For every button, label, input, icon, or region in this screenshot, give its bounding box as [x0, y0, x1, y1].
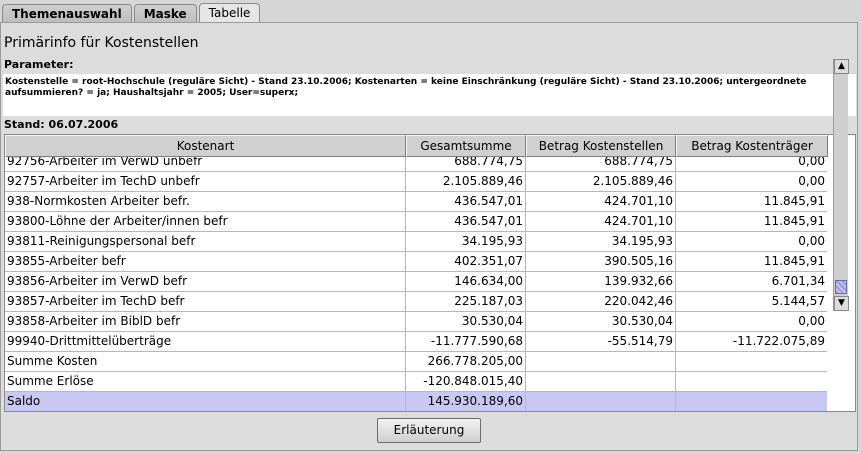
table-cell: 424.701,10 [526, 212, 676, 232]
parameter-text: Kostenstelle = root-Hochschule (reguläre… [3, 74, 856, 116]
stand-date: Stand: 06.07.2006 [4, 118, 119, 131]
table-cell: 0,00 [676, 232, 827, 252]
table-cell: -11.722.075,89 [676, 332, 827, 352]
table-row[interactable]: 92756-Arbeiter im VerwD unbefr 688.774,75… [5, 157, 827, 172]
table-cell: -11.777.590,68 [406, 332, 526, 352]
arrow-up-icon[interactable]: ▲ [834, 59, 849, 74]
tab-bar: Themenauswahl Maske Tabelle [2, 3, 262, 23]
table-cell: -120.848.015,40 [406, 372, 526, 392]
table-cell: 0,00 [676, 157, 827, 172]
table-cell: 436.547,01 [406, 192, 526, 212]
table-cell: 6.701,34 [676, 272, 827, 292]
arrow-down-icon[interactable]: ▼ [834, 296, 849, 311]
table-cell: Summe Erlöse [5, 372, 406, 392]
tab-themenauswahl[interactable]: Themenauswahl [2, 4, 132, 23]
vertical-scrollbar[interactable]: ▲ ▼ [833, 59, 849, 311]
table-row[interactable]: 93858-Arbeiter im BiblD befr 30.530,04 30.… [5, 312, 827, 332]
table-cell: 938-Normkosten Arbeiter befr. [5, 192, 406, 212]
table-row[interactable]: Summe Erlöse -120.848.015,40 [5, 372, 827, 392]
table-cell: Saldo [5, 392, 406, 411]
table-row[interactable]: 92757-Arbeiter im TechD unbefr 2.105.889,… [5, 172, 827, 192]
table-cell [676, 372, 827, 392]
column-header-betrag-kostentraeger[interactable]: Betrag Kostenträger [676, 135, 828, 157]
table-row[interactable]: 99940-Drittmittelüberträge -11.777.590,68… [5, 332, 827, 352]
table-cell [676, 392, 827, 411]
table-cell: 93855-Arbeiter befr [5, 252, 406, 272]
tab-maske[interactable]: Maske [133, 4, 197, 23]
table-cell: 402.351,07 [406, 252, 526, 272]
column-header-betrag-kostenstellen[interactable]: Betrag Kostenstellen [526, 135, 676, 157]
table-cell: 145.930.189,60 [406, 392, 526, 411]
table-cell [676, 352, 827, 372]
table-cell: 93811-Reinigungspersonal befr [5, 232, 406, 252]
table-row[interactable]: 93856-Arbeiter im VerwD befr 146.634,00 13… [5, 272, 827, 292]
scrollbar-thumb[interactable] [835, 280, 847, 294]
table-cell: 93857-Arbeiter im TechD befr [5, 292, 406, 312]
table-row[interactable]: 93811-Reinigungspersonal befr 34.195,93 34… [5, 232, 827, 252]
table-cell: 34.195,93 [526, 232, 676, 252]
table-body: 92756-Arbeiter im VerwD unbefr 688.774,75… [5, 157, 827, 411]
table-cell [526, 352, 676, 372]
table-cell: 146.634,00 [406, 272, 526, 292]
table-cell: 11.845,91 [676, 192, 827, 212]
table-cell: 436.547,01 [406, 212, 526, 232]
table-cell: 5.144,57 [676, 292, 827, 312]
table-cell: Summe Kosten [5, 352, 406, 372]
table-cell: 2.105.889,46 [526, 172, 676, 192]
table-cell: 11.845,91 [676, 252, 827, 272]
table-cell: 0,00 [676, 312, 827, 332]
table-cell: 688.774,75 [526, 157, 676, 172]
table-cell: 390.505,16 [526, 252, 676, 272]
table-cell: 225.187,03 [406, 292, 526, 312]
page-title: Primärinfo für Kostenstellen [4, 35, 199, 51]
table-cell: 2.105.889,46 [406, 172, 526, 192]
table-row[interactable]: Saldo 145.930.189,60 [5, 392, 827, 411]
table-cell: -55.514,79 [526, 332, 676, 352]
erlaeuterung-button[interactable]: Erläuterung [377, 418, 481, 443]
table-cell: 34.195,93 [406, 232, 526, 252]
table-row[interactable]: 93800-Löhne der Arbeiter/innen befr 436.5… [5, 212, 827, 232]
table-cell: 93800-Löhne der Arbeiter/innen befr [5, 212, 406, 232]
table-cell: 139.932,66 [526, 272, 676, 292]
results-table: Kostenart Gesamtsumme Betrag Kostenstell… [4, 134, 856, 412]
table-cell: 30.530,04 [406, 312, 526, 332]
table-cell [526, 372, 676, 392]
table-rows: 92756-Arbeiter im VerwD unbefr 688.774,75… [5, 157, 827, 411]
table-row[interactable]: 938-Normkosten Arbeiter befr. 436.547,01 4… [5, 192, 827, 212]
table-cell: 30.530,04 [526, 312, 676, 332]
parameter-label: Parameter: [4, 58, 74, 71]
table-cell [526, 392, 676, 411]
table-cell: 0,00 [676, 172, 827, 192]
table-cell: 92756-Arbeiter im VerwD unbefr [5, 157, 406, 172]
column-header-gesamtsumme[interactable]: Gesamtsumme [406, 135, 526, 157]
table-cell: 93856-Arbeiter im VerwD befr [5, 272, 406, 292]
content-panel: Primärinfo für Kostenstellen Parameter: … [0, 22, 858, 451]
table-header: Kostenart Gesamtsumme Betrag Kostenstell… [5, 135, 828, 157]
table-row[interactable]: 93857-Arbeiter im TechD befr 225.187,03 22… [5, 292, 827, 312]
tab-tabelle[interactable]: Tabelle [198, 3, 261, 23]
column-header-kostenart[interactable]: Kostenart [5, 135, 406, 157]
table-cell: 688.774,75 [406, 157, 526, 172]
table-cell: 220.042,46 [526, 292, 676, 312]
table-row[interactable]: Summe Kosten 266.778.205,00 [5, 352, 827, 372]
table-cell: 93858-Arbeiter im BiblD befr [5, 312, 406, 332]
table-cell: 11.845,91 [676, 212, 827, 232]
table-cell: 99940-Drittmittelüberträge [5, 332, 406, 352]
table-cell: 266.778.205,00 [406, 352, 526, 372]
table-cell: 92757-Arbeiter im TechD unbefr [5, 172, 406, 192]
table-cell: 424.701,10 [526, 192, 676, 212]
table-row[interactable]: 93855-Arbeiter befr 402.351,07 390.505,16 1… [5, 252, 827, 272]
